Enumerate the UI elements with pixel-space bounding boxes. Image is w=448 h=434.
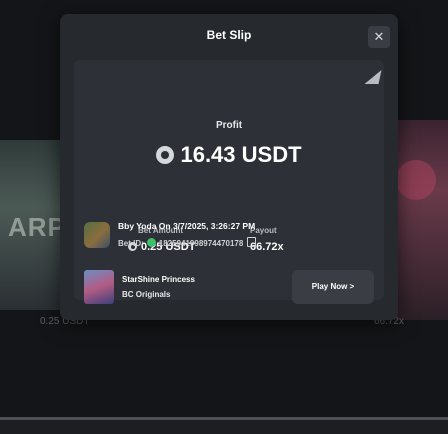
close-button[interactable]: ✕ [368, 26, 390, 48]
bet-slip-modal: Bet Slip ✕ Profit 16.43 USDT Bet Amount … [60, 14, 398, 320]
usdt-coin-icon [156, 146, 175, 164]
modal-header: Bet Slip ✕ [60, 14, 398, 62]
bet-details-card: Profit 16.43 USDT Bet Amount Payout 0.25… [74, 60, 384, 300]
bet-id-line: Bet ID: 1825941998974470178 [118, 237, 257, 248]
profit-value: 16.43 USDT [74, 142, 384, 168]
verified-check-icon [146, 238, 156, 247]
avatar[interactable] [84, 222, 110, 248]
bottom-scroll-indicator [0, 417, 448, 420]
bottom-bar [0, 417, 448, 434]
bettor-line: Bby Yoda On 3/7/2025, 3:26:27 PM [118, 221, 256, 231]
profit-amount: 16.43 USDT [180, 142, 302, 167]
bet-id-suffix: 8 [238, 239, 244, 248]
play-now-button[interactable]: Play Now > [292, 270, 374, 304]
close-icon: ✕ [373, 29, 385, 44]
copy-icon[interactable] [247, 237, 257, 247]
share-ribbon-icon[interactable] [364, 70, 382, 84]
bet-id-value: 182594199897447017 [158, 239, 239, 248]
background-decoration [396, 160, 436, 200]
modal-title: Bet Slip [206, 28, 252, 42]
background-left-text: ARP [8, 212, 66, 242]
bettor-info: Bby Yoda On 3/7/2025, 3:26:27 PM Bet ID:… [74, 219, 384, 259]
game-provider: BC Originals [122, 290, 171, 299]
profit-label: Profit [215, 120, 243, 131]
game-thumbnail[interactable] [84, 270, 114, 304]
game-name: StarShine Princess [122, 275, 195, 284]
game-row: StarShine Princess BC Originals Play Now… [74, 270, 384, 310]
bet-id-label: Bet ID: [118, 239, 144, 248]
